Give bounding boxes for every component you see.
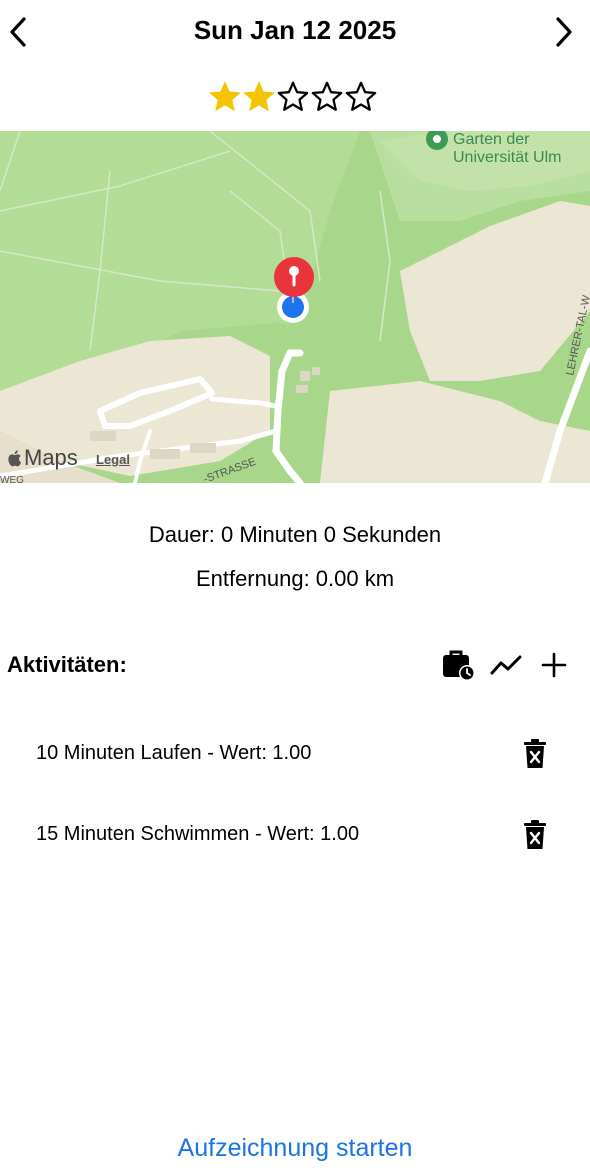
distance-text: Entfernung: 0.00 km	[195, 566, 395, 591]
star-icon-filled[interactable]	[242, 80, 276, 114]
trend-chart-icon	[490, 655, 522, 675]
header: Sun Jan 12 2025	[0, 0, 590, 64]
list-item: 10 Minuten Laufen - Wert: 1.00	[36, 734, 556, 774]
activities-toolbar	[441, 648, 571, 682]
date-title: Sun Jan 12 2025	[193, 15, 397, 45]
map-poi-label: Garten der Universität Ulm	[453, 131, 562, 166]
plus-icon	[541, 652, 567, 678]
apple-maps-logo: Maps	[6, 445, 78, 471]
star-rating	[208, 80, 378, 116]
star-icon-empty[interactable]	[310, 80, 344, 114]
trash-icon[interactable]	[522, 738, 548, 770]
star-icon-filled[interactable]	[208, 80, 242, 114]
star-icon-empty[interactable]	[276, 80, 310, 114]
maps-legal-link[interactable]: Legal	[96, 452, 130, 467]
statistics-button[interactable]	[489, 648, 523, 682]
activities-title: Aktivitäten:	[7, 652, 127, 677]
duration-text: Dauer: 0 Minuten 0 Sekunden	[148, 522, 442, 547]
map-canvas: LEHRER-TAL-W -STRASSE WEG	[0, 131, 590, 483]
map-view[interactable]: LEHRER-TAL-W -STRASSE WEG Garten der Uni…	[0, 131, 590, 483]
list-item: 15 Minuten Schwimmen - Wert: 1.00	[36, 815, 556, 855]
chevron-right-icon	[556, 17, 572, 47]
start-recording-button[interactable]: Aufzeichnung starten	[0, 1134, 590, 1163]
activity-label: 15 Minuten Schwimmen - Wert: 1.00	[36, 823, 360, 845]
apple-icon	[8, 449, 22, 466]
add-activity-button[interactable]	[537, 648, 571, 682]
activity-label: 10 Minuten Laufen - Wert: 1.00	[36, 742, 312, 764]
street-label-left: WEG	[0, 475, 24, 483]
star-icon-empty[interactable]	[344, 80, 378, 114]
history-button[interactable]	[441, 648, 475, 682]
trash-icon[interactable]	[522, 819, 548, 851]
briefcase-clock-icon	[443, 650, 475, 681]
next-day-button[interactable]	[546, 14, 582, 50]
